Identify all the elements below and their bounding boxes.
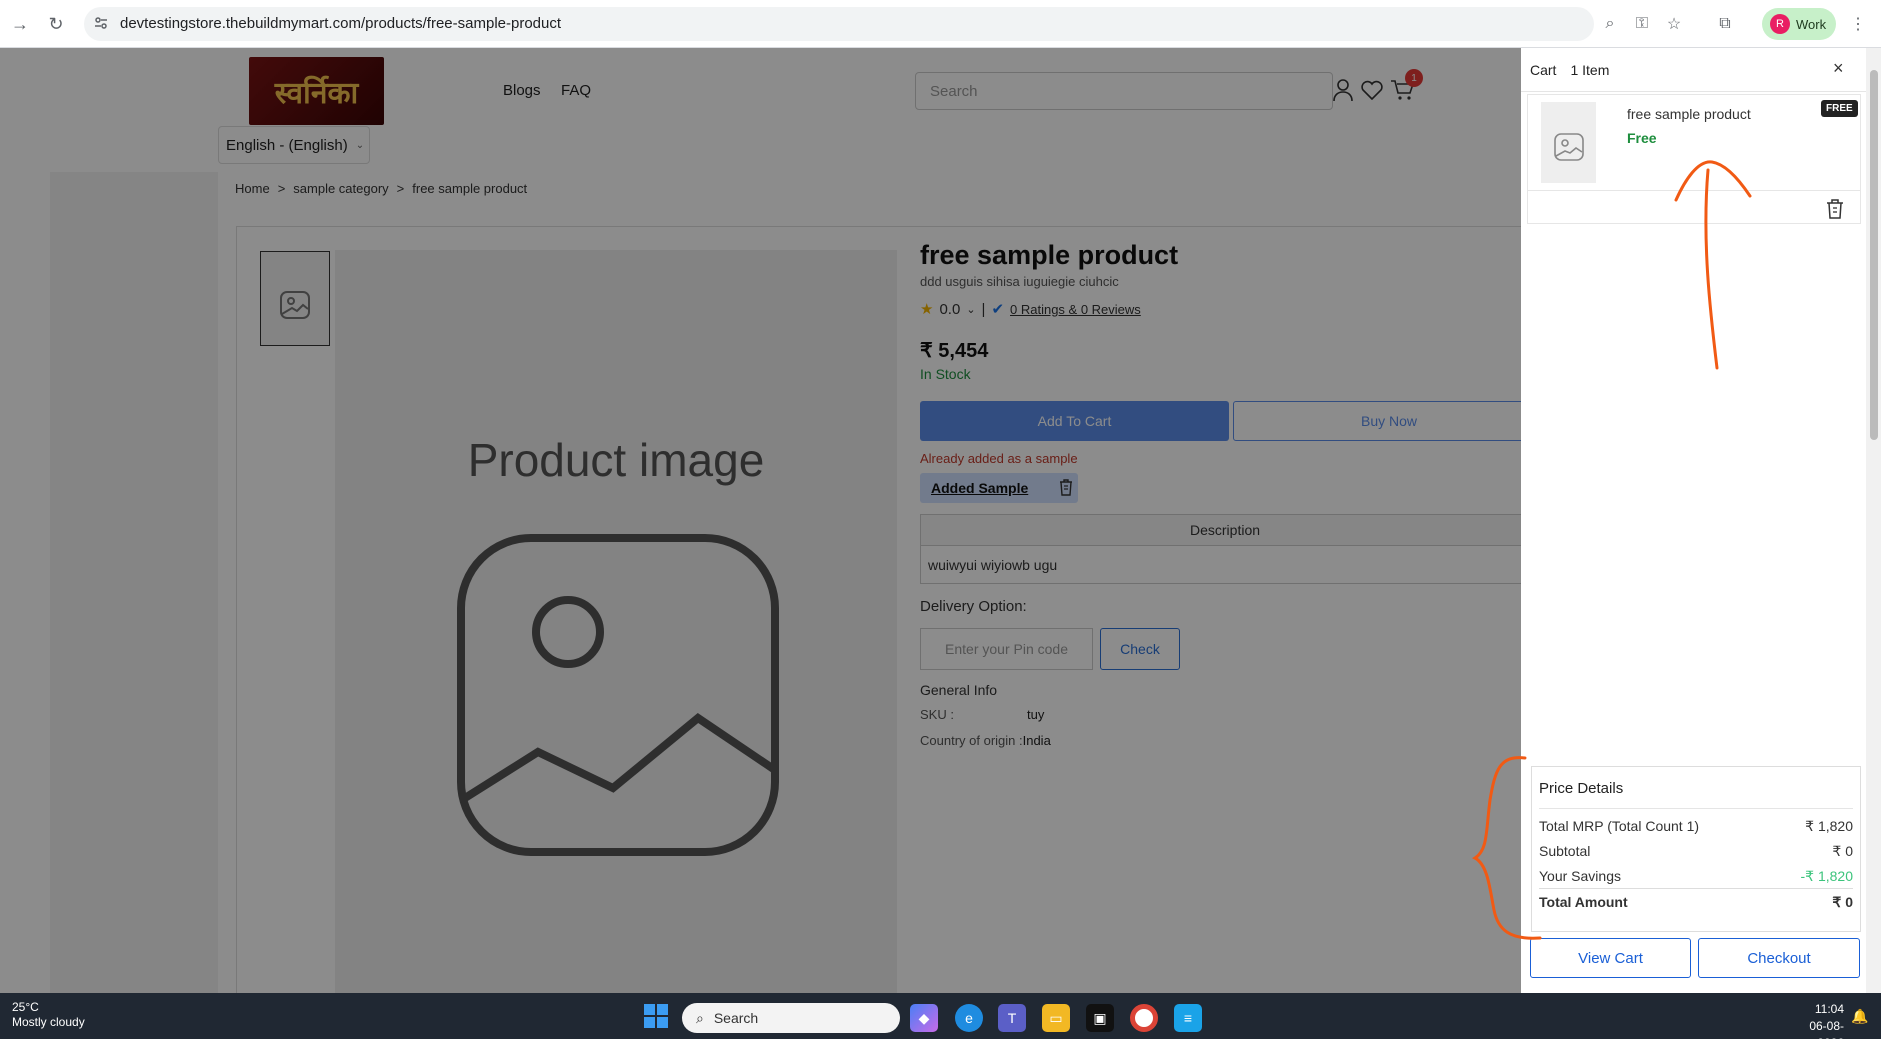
password-key-icon[interactable]: ⚿: [1629, 11, 1655, 37]
view-cart-button[interactable]: View Cart: [1530, 938, 1691, 978]
system-clock[interactable]: 11:04 06-08-2026: [1794, 1001, 1844, 1039]
search-icon: ⌕: [696, 1009, 704, 1026]
clock-time: 11:04: [1814, 1002, 1844, 1016]
cart-drawer: Cart 1 Item × free sample product Free F…: [1521, 48, 1866, 993]
cart-item-thumbnail[interactable]: [1541, 102, 1596, 183]
clock-date: 06-08-2026: [1809, 1019, 1844, 1039]
price-row-label: Total MRP (Total Count 1): [1539, 818, 1700, 834]
price-row-label: Total Amount: [1539, 894, 1628, 910]
reload-icon[interactable]: ↻: [42, 10, 70, 38]
weather-temp: 25°C: [12, 1000, 39, 1014]
price-row-value: ₹ 1,820: [1805, 818, 1853, 834]
cart-item-count: 1 Item: [1570, 61, 1610, 78]
free-badge: FREE: [1821, 100, 1858, 117]
taskbar-search-label: Search: [713, 1010, 759, 1026]
trash-icon[interactable]: [1825, 198, 1845, 223]
teams-icon[interactable]: T: [998, 1004, 1026, 1032]
edge-icon[interactable]: e: [955, 1004, 983, 1032]
divider: [1527, 190, 1861, 191]
price-row-value: ₹ 0: [1832, 843, 1853, 859]
profile-chip[interactable]: R Work: [1762, 8, 1836, 40]
price-row-label: Subtotal: [1539, 843, 1591, 859]
price-row-value: ₹ 0: [1832, 894, 1853, 910]
zoom-icon[interactable]: ⌕: [1597, 11, 1623, 37]
file-explorer-icon[interactable]: ▭: [1042, 1004, 1070, 1032]
app-icon[interactable]: ▣: [1086, 1004, 1114, 1032]
divider: [1539, 888, 1853, 889]
menu-kebab-icon[interactable]: ⋮: [1845, 11, 1871, 37]
price-details-title: Price Details: [1539, 780, 1624, 797]
copilot-icon[interactable]: ◆: [910, 1004, 938, 1032]
cart-title: Cart: [1530, 61, 1557, 78]
modal-backdrop[interactable]: [0, 48, 1521, 993]
cart-item-name[interactable]: free sample product: [1627, 106, 1751, 122]
notepad-icon[interactable]: ≡: [1174, 1004, 1202, 1032]
site-info-icon[interactable]: [94, 16, 108, 30]
cart-header: Cart 1 Item: [1521, 48, 1866, 92]
taskbar-search[interactable]: ⌕ Search: [682, 1003, 900, 1033]
browser-toolbar: → ↻ devtestingstore.thebuildmymart.com/p…: [0, 0, 1881, 48]
windows-taskbar: [0, 993, 1881, 1039]
windows-start-icon[interactable]: [644, 1004, 668, 1028]
price-row-label: Your Savings: [1539, 868, 1621, 884]
price-row-total-mrp: Total MRP (Total Count 1) ₹ 1,820: [1539, 818, 1853, 835]
extensions-icon[interactable]: ⧉: [1712, 11, 1738, 37]
close-icon[interactable]: ×: [1833, 58, 1844, 79]
url-text[interactable]: devtestingstore.thebuildmymart.com/produ…: [120, 15, 561, 32]
forward-icon[interactable]: →: [6, 10, 34, 38]
divider: [1539, 808, 1853, 809]
scrollbar-thumb[interactable]: [1870, 70, 1878, 440]
weather-widget[interactable]: 25°C Mostly cloudy: [12, 1000, 85, 1030]
weather-desc: Mostly cloudy: [12, 1015, 85, 1029]
price-row-total-amount: Total Amount ₹ 0: [1539, 894, 1853, 911]
notification-icon[interactable]: 🔔: [1851, 1008, 1868, 1025]
cart-item-price: Free: [1627, 130, 1657, 146]
price-row-subtotal: Subtotal ₹ 0: [1539, 843, 1853, 860]
bookmark-star-icon[interactable]: ☆: [1661, 11, 1687, 37]
profile-avatar: R: [1770, 14, 1790, 34]
profile-label: Work: [1796, 16, 1827, 32]
price-row-savings: Your Savings -₹ 1,820: [1539, 868, 1853, 885]
checkout-button[interactable]: Checkout: [1698, 938, 1860, 978]
price-row-value: -₹ 1,820: [1800, 868, 1854, 884]
chrome-icon[interactable]: [1130, 1004, 1158, 1032]
